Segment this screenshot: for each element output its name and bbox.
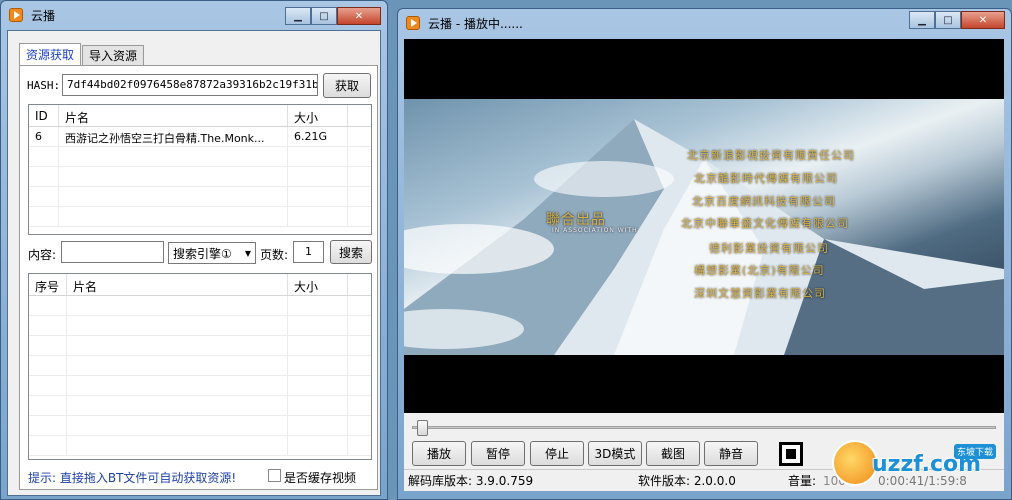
tab-import-resource[interactable]: 导入资源 [82, 45, 145, 65]
cell-size: 6.21G [288, 127, 348, 146]
search-result-list: 序号 片名 大小 [28, 273, 372, 460]
mute-button[interactable]: 静音 [704, 441, 758, 466]
watermark-sub: 东坡下载 [954, 444, 997, 459]
video-frame: 聯合出品 IN ASSOCIATION WITH 北京新浪影視投資有限責任公司 … [404, 99, 1004, 355]
search-button[interactable]: 搜索 [330, 240, 372, 264]
play-button[interactable]: 播放 [412, 441, 466, 466]
software-version: 软件版本: 2.0.0.0 [638, 474, 736, 488]
search-engine-select[interactable]: 搜索引擎① ▼ [168, 242, 256, 264]
cell-id: 6 [29, 127, 59, 146]
decoder-version: 解码库版本: 3.9.0.759 [408, 474, 534, 488]
credit-line: 德利影業投資有限公司 [709, 242, 829, 255]
app-play-icon [9, 8, 23, 22]
pause-button[interactable]: 暂停 [471, 441, 525, 466]
search-result-header: 序号 片名 大小 [29, 274, 371, 296]
col-filesize[interactable]: 大小 [288, 274, 348, 295]
tab-resource-fetch[interactable]: 资源获取 [19, 43, 82, 65]
video-area[interactable]: 聯合出品 IN ASSOCIATION WITH 北京新浪影視投資有限責任公司 … [404, 39, 1004, 413]
credit-line: 構想影業(北京)有限公司 [694, 264, 825, 277]
right-title-bar[interactable]: 云播 - 播放中...... ▁ □ ✕ [398, 9, 1011, 37]
chevron-down-icon: ▼ [244, 248, 251, 258]
col-id[interactable]: ID [29, 105, 59, 126]
cache-checkbox[interactable] [268, 469, 281, 482]
credit-line: 北京中聯華盛文化傳媒有限公司 [681, 217, 849, 230]
cell-name: 西游记之孙悟空三打白骨精.The.Monk... [59, 127, 288, 146]
fetch-button[interactable]: 获取 [323, 73, 371, 98]
hint-text: 提示: 直接拖入BT文件可自动获取资源! [28, 471, 237, 485]
stop-button[interactable]: 停止 [530, 441, 584, 466]
progress-thumb[interactable] [416, 420, 428, 436]
close-button[interactable]: ✕ [961, 11, 1005, 29]
left-window: 云播 ▁ □ ✕ 资源获取 导入资源 HASH: 7df44bd02f09764… [0, 0, 388, 500]
col-index[interactable]: 序号 [29, 274, 67, 295]
credit-title: 聯合出品 [546, 212, 606, 228]
minimize-button[interactable]: ▁ [285, 7, 311, 25]
credit-line: 北京酷影時代傳媒有限公司 [694, 172, 838, 185]
close-button[interactable]: ✕ [337, 7, 381, 25]
credit-line: 北京新浪影視投資有限責任公司 [687, 149, 855, 162]
hash-label: HASH: [27, 79, 61, 92]
3d-mode-button[interactable]: 3D模式 [588, 441, 642, 466]
col-title[interactable]: 片名 [67, 274, 288, 295]
col-name[interactable]: 片名 [59, 105, 288, 126]
left-window-title: 云播 [31, 8, 56, 23]
hash-input[interactable]: 7df44bd02f0976458e87872a39316b2c19f31b02 [62, 74, 318, 96]
app-play-icon [406, 16, 420, 30]
content-label: 内容: [28, 248, 57, 262]
credit-line: 北京百度網訊科技有限公司 [692, 195, 836, 208]
maximize-button[interactable]: □ [935, 11, 961, 29]
credit-subtitle: IN ASSOCIATION WITH [552, 227, 638, 234]
tab-strip: 资源获取 导入资源 [19, 43, 145, 65]
credit-line: 深圳文慧資影業有限公司 [694, 287, 826, 300]
right-window-title: 云播 - 播放中...... [428, 16, 523, 31]
maximize-button[interactable]: □ [311, 7, 337, 25]
page-label: 页数: [260, 248, 289, 262]
table-row[interactable]: 6 西游记之孙悟空三打白骨精.The.Monk... 6.21G [29, 127, 371, 147]
left-title-bar[interactable]: 云播 ▁ □ ✕ [1, 1, 387, 29]
watermark: uzzf.com 东坡下载 [832, 440, 1008, 496]
cache-label: 是否缓存视频 [284, 471, 357, 485]
screenshot-button[interactable]: 截图 [646, 441, 700, 466]
resource-list: ID 片名 大小 6 西游记之孙悟空三打白骨精.The.Monk... 6.21… [28, 104, 372, 235]
col-size[interactable]: 大小 [288, 105, 348, 126]
page-input[interactable]: 1 [293, 241, 324, 263]
progress-track[interactable] [412, 426, 996, 429]
resource-list-header: ID 片名 大小 [29, 105, 371, 127]
content-input[interactable] [61, 241, 164, 263]
search-engine-value: 搜索引擎① [173, 246, 232, 261]
volume-label: 音量: [788, 474, 817, 488]
minimize-button[interactable]: ▁ [909, 11, 935, 29]
fullscreen-icon[interactable] [779, 442, 803, 466]
